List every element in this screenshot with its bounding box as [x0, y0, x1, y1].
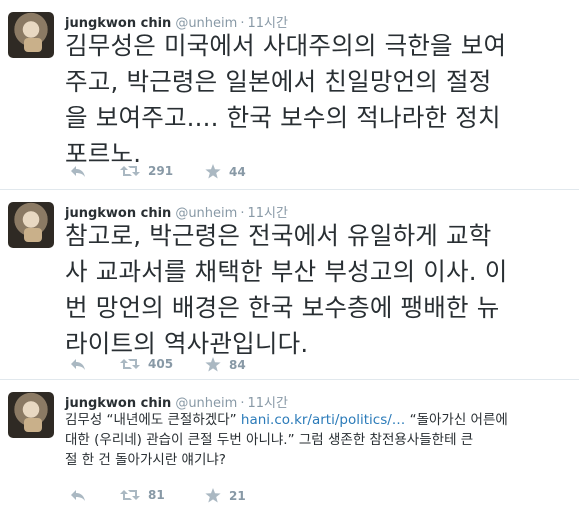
avatar[interactable] — [8, 12, 54, 58]
reply-button[interactable] — [70, 488, 86, 502]
tweet-text: 김무성 “내년에도 큰절하겠다” hani.co.kr/arti/politic… — [65, 410, 570, 470]
tweet: jungkwon chin @unheim · 11시간 김무성은 미국에서 사대주의… — [0, 0, 579, 190]
favorite-count: 84 — [229, 357, 246, 372]
tweet-text-line: 을 보여주고.... 한국 보수의 적나라한 정치 — [65, 103, 501, 132]
reply-icon — [71, 490, 85, 501]
retweet-button[interactable]: 81 — [120, 488, 165, 502]
favorite-count: 44 — [229, 164, 246, 179]
reply-button[interactable] — [70, 164, 86, 178]
retweet-icon — [120, 359, 140, 369]
article-link[interactable]: hani.co.kr/arti/politics/… — [241, 412, 405, 428]
user-name[interactable]: jungkwon chin — [65, 396, 171, 411]
avatar[interactable] — [8, 202, 54, 248]
retweet-icon — [120, 490, 140, 500]
tweet-text-line: 김무성은 미국에서 사대주의의 극한을 보여 — [65, 31, 507, 60]
favorite-star-icon — [205, 488, 221, 503]
tweet-text: 참고로, 박근령은 전국에서 유일하게 교학 사 교과서를 채택한 부산 부성고… — [65, 218, 570, 362]
tweet-header: jungkwon chin @unheim · 11시간 — [65, 392, 288, 411]
retweet-count: 405 — [148, 357, 174, 371]
tweet-text: 김무성은 미국에서 사대주의의 극한을 보여 주고, 박근령은 일본에서 친일망… — [65, 28, 570, 172]
favorite-star-icon — [205, 164, 221, 179]
favorite-button[interactable]: 44 — [205, 164, 246, 179]
favorite-button[interactable]: 21 — [205, 488, 246, 503]
tweet-text-line: 절 한 건 돌아가시란 얘기냐? — [65, 452, 226, 468]
tweet: jungkwon chin @unheim · 11시간 참고로, 박근령은 전국에서… — [0, 190, 579, 380]
avatar[interactable] — [8, 392, 54, 438]
reply-icon — [71, 359, 85, 370]
tweet-text-line: 김무성 “내년에도 큰절하겠다” hani.co.kr/arti/politic… — [65, 412, 508, 428]
user-handle[interactable]: @unheim — [175, 396, 237, 411]
retweet-icon — [120, 166, 140, 176]
tweet-text-line: 대한 (우리네) 관습이 큰절 두번 아니냐.” 그럼 생존한 참전용사들한테 … — [65, 432, 474, 448]
reply-button[interactable] — [70, 357, 86, 371]
reply-icon — [71, 166, 85, 177]
tweet-text-line: 번 망언의 배경은 한국 보수층에 팽배한 뉴 — [65, 293, 500, 322]
separator: · — [240, 396, 245, 411]
favorite-count: 21 — [229, 488, 246, 503]
retweet-button[interactable]: 405 — [120, 357, 173, 371]
favorite-star-icon — [205, 357, 221, 372]
tweet-text-line: 사 교과서를 채택한 부산 부성고의 이사. 이 — [65, 257, 508, 286]
tweet-text-line: 참고로, 박근령은 전국에서 유일하게 교학 — [65, 221, 492, 250]
retweet-button[interactable]: 291 — [120, 164, 173, 178]
tweet-text-line: 주고, 박근령은 일본에서 친일망언의 절정 — [65, 67, 492, 96]
favorite-button[interactable]: 84 — [205, 357, 246, 372]
timestamp[interactable]: 11시간 — [247, 396, 287, 411]
tweet: jungkwon chin @unheim · 11시간 김무성 “내년에도 큰절하겠… — [0, 380, 579, 511]
retweet-count: 291 — [148, 164, 174, 178]
retweet-count: 81 — [148, 488, 165, 502]
